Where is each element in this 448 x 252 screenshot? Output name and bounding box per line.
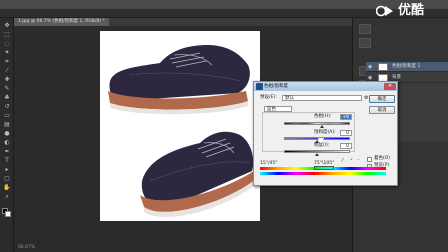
preset-menu-icon[interactable]: ⚙ <box>364 95 368 101</box>
cancel-button[interactable]: 取消 <box>369 106 395 114</box>
document-tab-bar: 1.jpg @ 66.7% (色相/饱和度 1, RGB/8) * <box>14 18 354 26</box>
lasso-tool-icon[interactable]: ◌ <box>3 40 11 47</box>
layer-label: 色相/饱和度 1 <box>392 64 421 69</box>
history-brush-tool-icon[interactable]: ↺ <box>3 103 11 110</box>
hue-input[interactable]: +8 <box>340 114 352 120</box>
document-tab[interactable]: 1.jpg @ 66.7% (色相/饱和度 1, RGB/8) * <box>14 18 109 26</box>
magic-wand-tool-icon[interactable]: ✦ <box>3 49 11 56</box>
shoe-top <box>108 45 250 115</box>
dialog-title-bar[interactable]: 色相/饱和度 ✕ <box>254 82 397 91</box>
eyedropper-minus-icon[interactable]: ⁻ <box>357 158 360 164</box>
output-color-bar <box>260 172 386 175</box>
youku-logo-text: 优酷 <box>398 3 425 18</box>
colorize-label: 着色(O) <box>374 156 391 161</box>
dialog-title: 色相/饱和度 <box>264 84 289 89</box>
eraser-tool-icon[interactable]: ▭ <box>3 112 11 119</box>
shoe-photo <box>108 45 256 218</box>
document-canvas[interactable] <box>100 31 260 221</box>
hand-tool-icon[interactable]: ✋ <box>3 184 11 191</box>
ok-button[interactable]: 确定 <box>369 95 395 103</box>
shape-tool-icon[interactable]: ▢ <box>3 175 11 182</box>
mouse-cursor <box>318 138 324 144</box>
eyedropper-plus-icon[interactable]: ⁺ <box>350 158 353 164</box>
eyedropper-tool-icon[interactable]: ⁄ <box>3 67 11 74</box>
marquee-tool-icon[interactable]: ⬚ <box>3 31 11 38</box>
status-bar: 66.67% <box>14 243 352 252</box>
hue-label: 色相(H): <box>314 114 332 119</box>
pen-tool-icon[interactable]: ✒ <box>3 148 11 155</box>
healing-brush-tool-icon[interactable]: ✚ <box>3 76 11 83</box>
hue-saturation-dialog: 色相/饱和度 ✕ 预设(E): 默认 ⚙ 蓝色 色相(H): +8 饱和度(A)… <box>253 81 398 186</box>
preset-label: 预设(E): <box>260 95 277 100</box>
shoe-bottom <box>140 131 256 218</box>
range-selector[interactable] <box>314 166 334 170</box>
eyedropper-icon[interactable]: ⁄ <box>342 158 343 164</box>
youku-logo-mark <box>376 5 393 17</box>
gradient-tool-icon[interactable]: ▤ <box>3 121 11 128</box>
colorize-checkbox[interactable] <box>367 157 372 162</box>
path-selection-tool-icon[interactable]: ▸ <box>3 166 11 173</box>
history-panel-icon[interactable] <box>359 24 371 34</box>
saturation-label: 饱和度(A): <box>314 130 336 135</box>
youku-logo: 优酷 <box>376 1 448 21</box>
stamp-tool-icon[interactable]: ♣ <box>3 94 11 101</box>
hue-slider-thumb[interactable] <box>320 125 325 128</box>
preset-select[interactable]: 默认 <box>282 95 362 101</box>
photoshop-icon <box>256 83 263 90</box>
zoom-tool-icon[interactable]: ⌕ <box>3 193 11 200</box>
swatches-panel-icon[interactable] <box>359 38 371 48</box>
dodge-tool-icon[interactable]: ◐ <box>3 139 11 146</box>
hue-slider[interactable] <box>284 122 350 125</box>
tool-panel: ✥ ⬚ ◌ ✦ ⌗ ⁄ ✚ ✎ ♣ ↺ ▭ ▤ ● ◐ ✒ T ▸ ▢ ✋ ⌕ <box>0 18 14 252</box>
saturation-input[interactable]: 0 <box>340 130 352 136</box>
background-color-swatch[interactable] <box>5 211 11 217</box>
blur-tool-icon[interactable]: ● <box>3 130 11 137</box>
lightness-slider-thumb[interactable] <box>315 153 319 156</box>
brush-tool-icon[interactable]: ✎ <box>3 85 11 92</box>
move-tool-icon[interactable]: ✥ <box>3 22 11 29</box>
close-icon[interactable]: ✕ <box>384 83 396 90</box>
eye-icon[interactable]: ◉ <box>368 62 376 72</box>
lightness-input[interactable]: 0 <box>340 143 352 149</box>
layer-thumbnail <box>378 63 388 71</box>
type-tool-icon[interactable]: T <box>3 157 11 164</box>
layer-row[interactable]: ◉ 色相/饱和度 1 <box>366 62 448 72</box>
crop-tool-icon[interactable]: ⌗ <box>3 58 11 65</box>
